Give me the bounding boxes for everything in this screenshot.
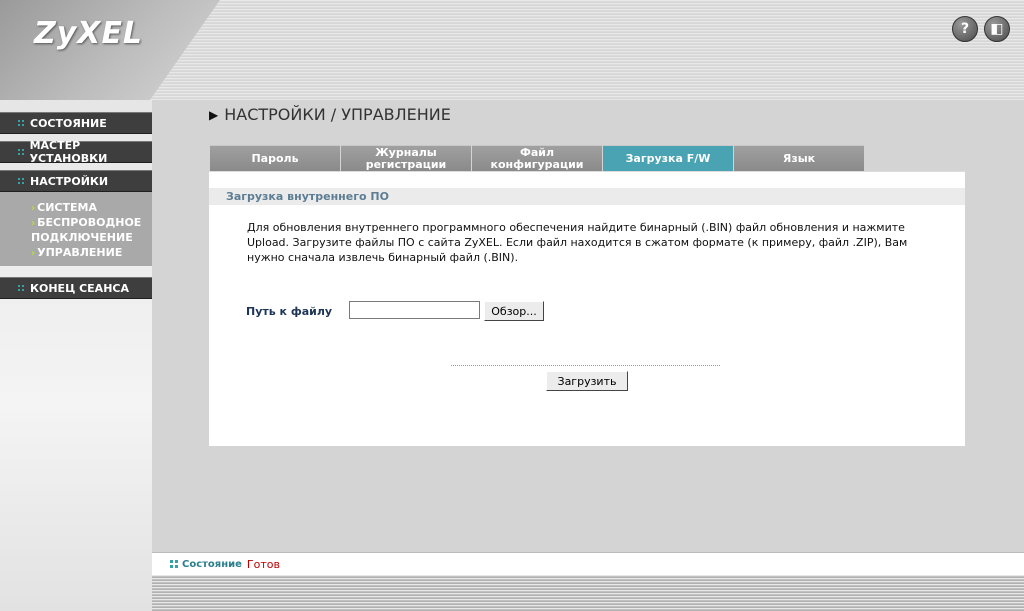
title-arrow-icon: ▶	[209, 107, 219, 122]
status-bar: Состояние Готов	[152, 552, 1024, 575]
browse-button[interactable]: Обзор...	[484, 301, 544, 321]
header-bar: ZyXEL ? ◧	[0, 0, 1024, 100]
sidebar-item-logout[interactable]: КОНЕЦ СЕАНСА	[0, 277, 152, 299]
upload-button[interactable]: Загрузить	[546, 371, 628, 391]
sidebar-item-label: МАСТЕР УСТАНОВКИ	[29, 139, 108, 165]
settings-submenu: › СИСТЕМА › БЕСПРОВОДНОЕ ПОДКЛЮЧЕНИЕ › УПРА…	[0, 192, 152, 266]
tab-logs[interactable]: Журналы регистрации	[341, 145, 471, 171]
file-path-label: Путь к файлу	[246, 305, 333, 318]
zyxel-logo: ZyXEL	[34, 16, 144, 51]
file-path-input[interactable]	[349, 301, 480, 319]
logout-icon[interactable]: ◧	[984, 16, 1010, 42]
help-icon[interactable]: ?	[952, 16, 978, 42]
arrow-right-icon: ›	[31, 203, 36, 214]
sidebar-item-settings[interactable]: НАСТРОЙКИ	[0, 170, 152, 192]
sidebar-item-status[interactable]: СОСТОЯНИЕ	[0, 112, 152, 134]
sidebar-item-label: СОСТОЯНИЕ	[30, 116, 107, 130]
tab-config-file[interactable]: Файл конфигурации	[472, 145, 602, 171]
bullet-icon	[18, 178, 24, 184]
divider	[451, 365, 720, 366]
submenu-item-wireless[interactable]: › БЕСПРОВОДНОЕ	[31, 215, 141, 231]
sidebar-item-label: НАСТРОЙКИ	[30, 174, 109, 188]
sidebar-item-wizard[interactable]: МАСТЕР УСТАНОВКИ	[0, 139, 152, 165]
bullet-icon	[18, 149, 24, 155]
arrow-right-icon: ›	[31, 218, 36, 229]
bullet-icon	[18, 120, 24, 126]
content-panel: Загрузка внутреннего ПО Для обновления в…	[209, 171, 965, 446]
header-icons: ? ◧	[952, 16, 1010, 42]
tab-language[interactable]: Язык	[734, 145, 864, 171]
tab-firmware-upload[interactable]: Загрузка F/W	[603, 145, 733, 171]
submenu-item-system[interactable]: › СИСТЕМА	[31, 200, 97, 216]
footer-decoration	[152, 575, 1024, 611]
submenu-item-wireless-line2[interactable]: ПОДКЛЮЧЕНИЕ	[31, 230, 133, 245]
section-title: Загрузка внутреннего ПО	[209, 188, 965, 205]
page-title: ▶ НАСТРОЙКИ / УПРАВЛЕНИЕ	[209, 105, 451, 124]
tab-bar: Пароль Журналы регистрации Файл конфигурац…	[210, 145, 865, 171]
status-label: Состояние	[182, 558, 242, 570]
submenu-item-management[interactable]: › УПРАВЛЕНИЕ	[31, 245, 122, 261]
status-icon	[170, 560, 178, 568]
page-title-text: НАСТРОЙКИ / УПРАВЛЕНИЕ	[224, 105, 451, 124]
description-text: Для обновления внутреннего программного …	[247, 221, 908, 264]
bullet-icon	[18, 285, 24, 291]
arrow-right-icon: ›	[31, 248, 36, 259]
status-value: Готов	[246, 557, 280, 571]
sidebar-item-label: КОНЕЦ СЕАНСА	[30, 281, 129, 295]
tab-password[interactable]: Пароль	[210, 145, 340, 171]
